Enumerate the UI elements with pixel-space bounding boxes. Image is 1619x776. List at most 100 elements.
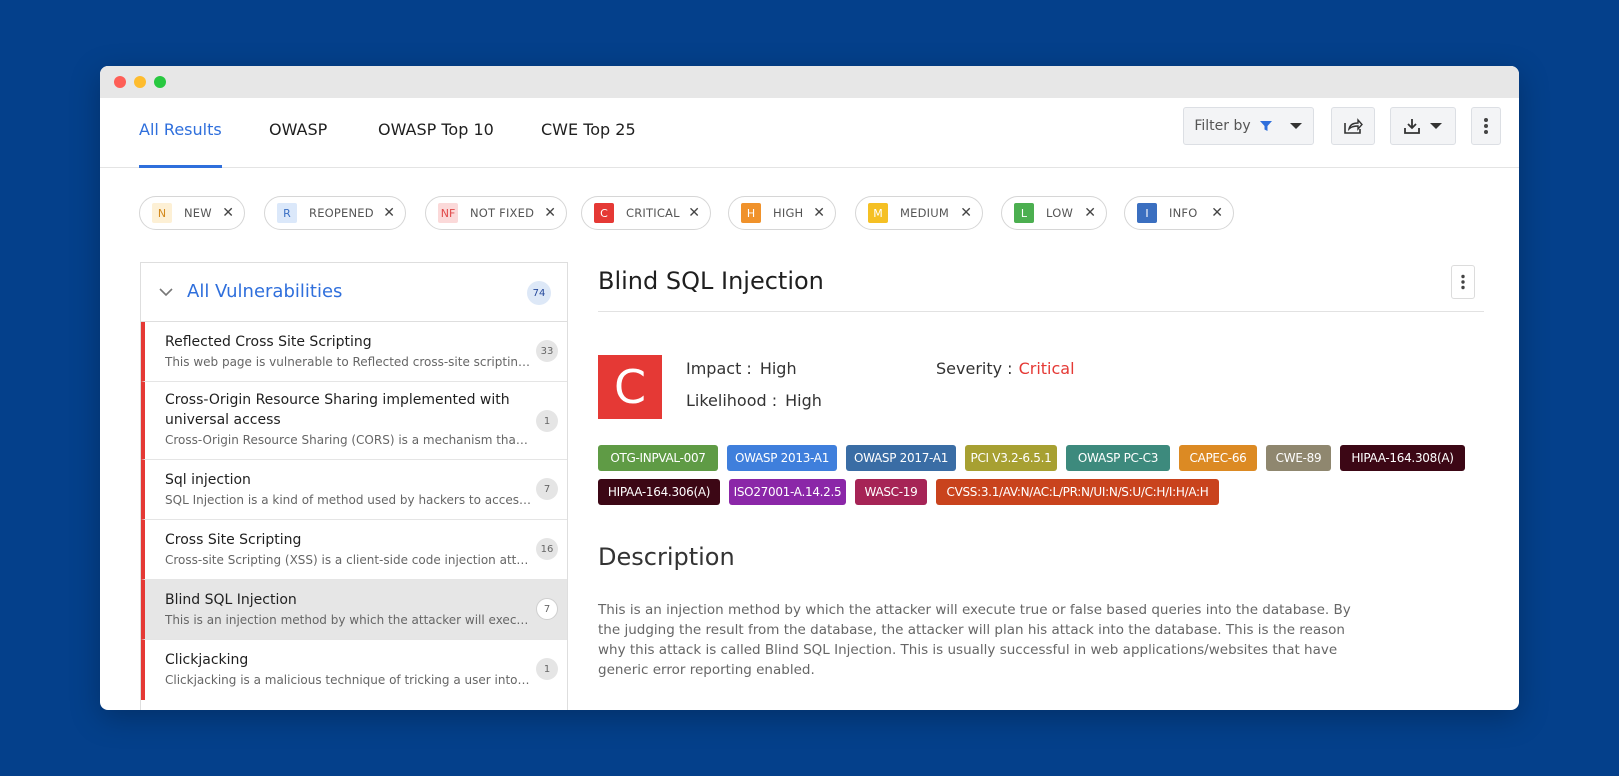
description-heading: Description <box>598 543 735 571</box>
page-title: Blind SQL Injection <box>598 267 824 295</box>
vulnerability-title: Cross-Origin Resource Sharing implemente… <box>165 392 510 428</box>
severity-letter-badge: M <box>868 203 888 223</box>
more-options-button[interactable] <box>1471 107 1501 145</box>
detail-more-options-button[interactable] <box>1451 265 1475 299</box>
filter-chip-info[interactable]: I INFO ✕ <box>1124 196 1234 230</box>
severity-badge: C <box>598 355 662 419</box>
compliance-tag: CWE-89 <box>1266 445 1331 471</box>
list-item-selected[interactable]: Blind SQL Injection This is an injection… <box>141 580 567 640</box>
compliance-tag: PCI V3.2-6.5.1 <box>965 445 1057 471</box>
download-button[interactable] <box>1390 107 1456 145</box>
filter-chip-critical[interactable]: C CRITICAL ✕ <box>581 196 711 230</box>
divider <box>598 311 1484 312</box>
close-icon[interactable]: ✕ <box>544 205 556 221</box>
list-item[interactable]: Sql injection SQL Injection is a kind of… <box>141 460 567 520</box>
filter-chip-label: CRITICAL <box>626 206 680 220</box>
status-letter-badge: N <box>152 203 172 223</box>
kebab-icon <box>1484 118 1488 134</box>
tab-cwe-top-25[interactable]: CWE Top 25 <box>541 98 636 168</box>
vulnerability-count-badge: 16 <box>536 538 558 560</box>
severity-letter-badge: C <box>594 203 614 223</box>
filter-chip-high[interactable]: H HIGH ✕ <box>728 196 836 230</box>
close-icon[interactable]: ✕ <box>1211 205 1223 221</box>
severity-row: Severity : Critical <box>936 359 1075 378</box>
compliance-tag: ISO27001-A.14.2.5 <box>729 479 846 505</box>
list-item[interactable]: Cross Site Scripting Cross-site Scriptin… <box>141 520 567 580</box>
chevron-down-icon[interactable] <box>156 282 176 302</box>
severity-letter-badge: I <box>1137 203 1157 223</box>
filter-chip-medium[interactable]: M MEDIUM ✕ <box>855 196 983 230</box>
likelihood-value: High <box>785 391 822 410</box>
vulnerability-count-badge: 74 <box>527 281 551 305</box>
close-icon[interactable]: ✕ <box>383 205 395 221</box>
vulnerability-description: Clickjacking is a malicious technique of… <box>165 673 531 687</box>
vulnerability-description: Cross-site Scripting (XSS) is a client-s… <box>165 553 531 567</box>
vulnerability-count-badge: 7 <box>536 478 558 500</box>
tab-all-results[interactable]: All Results <box>139 98 222 168</box>
filter-chip-label: INFO <box>1169 206 1198 220</box>
caret-down-icon <box>1289 123 1302 129</box>
vulnerability-count-badge: 1 <box>536 410 558 432</box>
filter-chip-label: NEW <box>184 206 212 220</box>
vulnerability-title: Blind SQL Injection <box>165 592 297 608</box>
app-window: All Results OWASP OWASP Top 10 CWE Top 2… <box>100 66 1519 710</box>
tab-owasp[interactable]: OWASP <box>269 98 327 168</box>
filter-chip-label: NOT FIXED <box>470 206 535 220</box>
filter-chip-reopened[interactable]: R REOPENED ✕ <box>264 196 406 230</box>
filter-chip-label: REOPENED <box>309 206 374 220</box>
kebab-icon <box>1461 274 1465 290</box>
vulnerability-description: Cross-Origin Resource Sharing (CORS) is … <box>165 433 531 447</box>
top-bar: All Results OWASP OWASP Top 10 CWE Top 2… <box>100 98 1519 168</box>
list-item[interactable]: Clickjacking Clickjacking is a malicious… <box>141 640 567 700</box>
share-icon <box>1344 118 1363 134</box>
likelihood-row: Likelihood : High <box>686 391 822 410</box>
compliance-tag: OWASP 2017-A1 <box>846 445 956 471</box>
vulnerability-list-panel: All Vulnerabilities 74 Reflected Cross S… <box>140 262 568 710</box>
download-icon <box>1404 119 1420 134</box>
vulnerability-list-title: All Vulnerabilities <box>187 281 343 302</box>
filter-chip-not-fixed[interactable]: NF NOT FIXED ✕ <box>425 196 567 230</box>
compliance-tag: CAPEC-66 <box>1179 445 1257 471</box>
close-icon[interactable]: ✕ <box>960 205 972 221</box>
compliance-tag: CVSS:3.1/AV:N/AC:L/PR:N/UI:N/S:U/C:H/I:H… <box>936 479 1219 505</box>
filter-chip-new[interactable]: N NEW ✕ <box>139 196 245 230</box>
filter-chip-low[interactable]: L LOW ✕ <box>1001 196 1107 230</box>
vulnerability-title: Cross Site Scripting <box>165 532 302 548</box>
vulnerability-description: This is an injection method by which the… <box>165 613 531 627</box>
vulnerability-description: SQL Injection is a kind of method used b… <box>165 493 531 507</box>
filter-by-button[interactable]: Filter by <box>1183 107 1314 145</box>
compliance-tag: WASC-19 <box>855 479 927 505</box>
vulnerability-title: Clickjacking <box>165 652 249 668</box>
severity-label: Severity : <box>936 359 1013 378</box>
maximize-window-button[interactable] <box>154 76 166 88</box>
close-icon[interactable]: ✕ <box>688 205 700 221</box>
compliance-tag: OTG-INPVAL-007 <box>598 445 718 471</box>
list-item[interactable]: Cross-Origin Resource Sharing implemente… <box>141 382 567 460</box>
vulnerability-title: Reflected Cross Site Scripting <box>165 334 372 350</box>
filter-chip-label: LOW <box>1046 206 1074 220</box>
vulnerability-count-badge: 7 <box>536 598 558 620</box>
impact-label: Impact : <box>686 359 752 378</box>
close-window-button[interactable] <box>114 76 126 88</box>
filter-by-label: Filter by <box>1194 118 1251 134</box>
vulnerability-count-badge: 33 <box>536 340 558 362</box>
likelihood-label: Likelihood : <box>686 391 778 410</box>
vulnerability-title: Sql injection <box>165 472 251 488</box>
close-icon[interactable]: ✕ <box>813 205 825 221</box>
impact-value: High <box>759 359 797 378</box>
filter-chip-label: MEDIUM <box>900 206 949 220</box>
description-text: This is an injection method by which the… <box>598 602 1351 678</box>
compliance-tag: HIPAA-164.308(A) <box>1340 445 1465 471</box>
close-icon[interactable]: ✕ <box>1084 205 1096 221</box>
severity-letter-badge: H <box>741 203 761 223</box>
tab-owasp-top-10[interactable]: OWASP Top 10 <box>378 98 494 168</box>
close-icon[interactable]: ✕ <box>222 205 234 221</box>
filter-chip-label: HIGH <box>773 206 804 220</box>
impact-row: Impact : High <box>686 359 797 378</box>
list-item[interactable]: Reflected Cross Site Scripting This web … <box>141 322 567 382</box>
minimize-window-button[interactable] <box>134 76 146 88</box>
share-button[interactable] <box>1331 107 1375 145</box>
severity-letter-badge: L <box>1014 203 1034 223</box>
vulnerability-list-header[interactable]: All Vulnerabilities 74 <box>141 263 567 322</box>
severity-value: Critical <box>1018 359 1075 378</box>
